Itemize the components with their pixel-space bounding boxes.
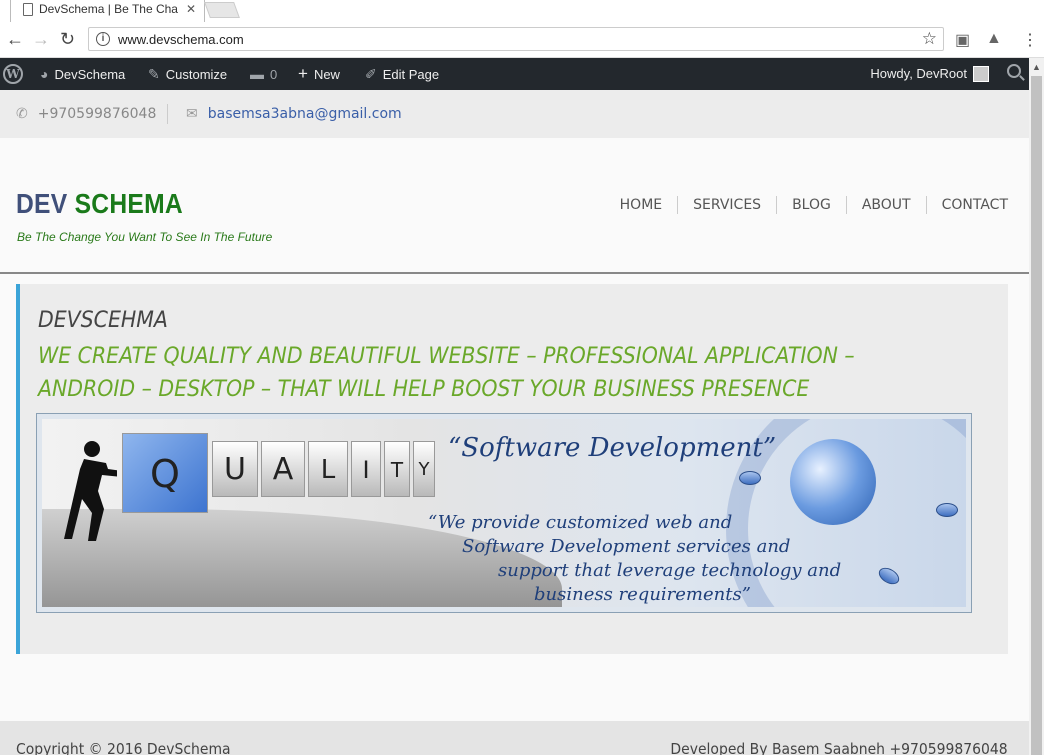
banner-desc-line: business requirements” [534, 584, 751, 605]
divider [167, 104, 168, 124]
pencil-icon: ✐ [365, 66, 377, 82]
logo-dev: DEV [16, 188, 68, 219]
wp-admin-bar: W ◕ DevSchema ✎ Customize ▬ 0 + New ✐ Edit Pa… [0, 58, 1029, 90]
banner-cube: I [351, 441, 381, 497]
forward-arrow-icon[interactable]: → [32, 29, 50, 49]
site-footer: Copyright © 2016 DevSchema Developed By … [0, 721, 1029, 755]
hero-section: DEVSCEHMA WE CREATE QUALITY AND BEAUTIFU… [16, 284, 1008, 654]
site-header: DEV SCHEMA Be The Change You Want To See… [0, 138, 1029, 274]
banner-desc-line: Software Development services and [462, 536, 791, 557]
adminbar-site-name: DevSchema [54, 67, 126, 82]
page-scrollbar[interactable]: ▲ [1029, 58, 1044, 755]
adminbar-edit-page[interactable]: ✐ Edit Page [365, 58, 439, 90]
browser-tab[interactable]: DevSchema | Be The Cha ✕ [10, 0, 205, 22]
banner-desc-line: support that leverage technology and [498, 560, 842, 581]
adminbar-new-label: New [313, 67, 340, 82]
banner-cube: Y [413, 441, 435, 497]
drive-icon[interactable]: ▲ [986, 30, 1002, 48]
back-arrow-icon[interactable]: ← [6, 29, 24, 49]
menu-item-blog[interactable]: BLOG [776, 196, 846, 214]
menu-item-services[interactable]: SERVICES [677, 196, 776, 214]
phone-contact: ✆ +970599876048 [16, 106, 156, 122]
contact-bar: ✆ +970599876048 ✉ basemsa3abna@gmail.com [0, 90, 1029, 138]
envelope-icon: ✉ [186, 106, 198, 122]
banner-cube: T [384, 441, 410, 497]
site-logo[interactable]: DEV SCHEMA [16, 188, 183, 220]
browser-tabstrip: DevSchema | Be The Cha ✕ [0, 0, 1044, 22]
banner-cube: A [261, 441, 305, 497]
footer-credit: Developed By Basem Saabneh +970599876048 [670, 740, 1008, 755]
avatar [973, 65, 989, 82]
adminbar-customize[interactable]: ✎ Customize [148, 58, 227, 90]
adminbar-comments[interactable]: ▬ 0 [250, 58, 277, 90]
email-contact[interactable]: ✉ basemsa3abna@gmail.com [186, 106, 402, 122]
site-tagline: Be The Change You Want To See In The Fut… [17, 230, 273, 244]
pushing-man-icon [64, 441, 117, 541]
banner-description: “We provide customized web and Software … [428, 511, 841, 607]
menu-kebab-icon[interactable]: ⋮ [1022, 30, 1038, 50]
brush-icon: ✎ [148, 66, 160, 82]
howdy-text: Howdy, DevRoot [870, 66, 967, 81]
reload-icon[interactable]: ↻ [60, 29, 75, 49]
search-icon[interactable] [1007, 64, 1021, 78]
quality-banner-image: Q U A L I T Y “Software Development” “We… [36, 413, 972, 613]
dashboard-icon: ◕ [40, 66, 49, 82]
scrollbar-thumb[interactable] [1031, 76, 1042, 755]
menu-item-home[interactable]: HOME [605, 196, 677, 214]
comments-count: 0 [270, 67, 278, 82]
computer-mouse-icon [739, 471, 761, 485]
tab-title: DevSchema | Be The Cha [39, 2, 178, 16]
url-text[interactable]: www.devschema.com [118, 32, 244, 47]
menu-item-contact[interactable]: CONTACT [925, 196, 1008, 214]
info-icon[interactable]: i [96, 32, 110, 46]
adminbar-customize-label: Customize [165, 67, 228, 82]
hero-mission: WE CREATE QUALITY AND BEAUTIFUL WEBSITE … [38, 344, 855, 402]
address-bar[interactable]: i www.devschema.com ☆ [88, 27, 944, 51]
hero-site-name: DEVSCEHMA [38, 308, 168, 333]
logo-schema: SCHEMA [74, 188, 183, 219]
extension-icon[interactable]: ▣ [955, 30, 970, 50]
banner-cube: U [212, 441, 258, 497]
globe-icon [790, 439, 876, 525]
adminbar-site-link[interactable]: ◕ DevSchema [40, 58, 125, 90]
banner-cube: Q [122, 433, 208, 513]
phone-number: +970599876048 [37, 106, 157, 122]
adminbar-new[interactable]: + New [298, 58, 340, 90]
footer-copyright: Copyright © 2016 DevSchema [16, 740, 231, 755]
phone-icon: ✆ [16, 106, 28, 122]
comment-icon: ▬ [250, 66, 264, 82]
computer-mouse-icon [936, 503, 958, 517]
scroll-up-arrow-icon[interactable]: ▲ [1032, 62, 1041, 72]
plus-icon: + [298, 64, 308, 83]
close-icon[interactable]: ✕ [186, 2, 196, 16]
wordpress-logo-icon[interactable]: W [3, 64, 23, 84]
adminbar-edit-label: Edit Page [382, 67, 440, 82]
menu-item-about[interactable]: ABOUT [845, 196, 926, 214]
main-menu: HOME SERVICES BLOG ABOUT CONTACT [605, 196, 1008, 214]
new-tab-button[interactable] [204, 2, 240, 18]
adminbar-account[interactable]: Howdy, DevRoot [870, 58, 989, 90]
email-link[interactable]: basemsa3abna@gmail.com [208, 106, 402, 122]
browser-toolbar: ← → ↻ i www.devschema.com ☆ ▣ ▲ ⋮ [0, 22, 1044, 58]
banner-cube: L [308, 441, 348, 497]
page-icon [23, 3, 33, 16]
banner-desc-line: “We provide customized web and [428, 512, 733, 533]
bookmark-star-icon[interactable]: ☆ [922, 29, 937, 49]
banner-headline: “Software Development” [448, 433, 777, 463]
